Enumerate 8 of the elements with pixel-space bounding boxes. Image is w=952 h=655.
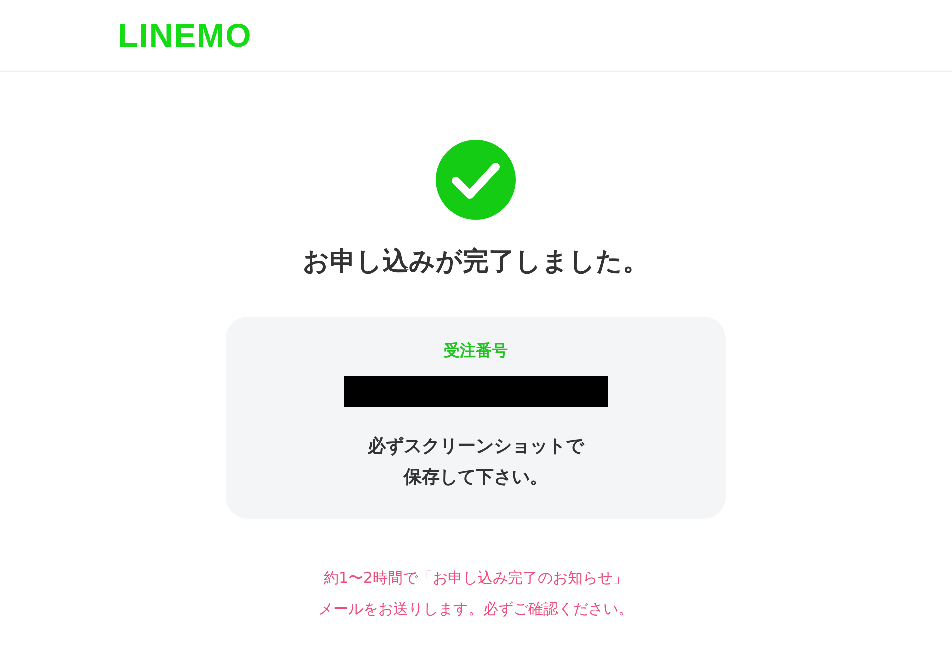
screenshot-note: 必ずスクリーンショットで [368, 435, 584, 459]
email-notice: メールをお送りします。必ずご確認ください。 [318, 599, 634, 620]
email-notice: 約1〜2時間で「お申し込み完了のお知らせ」 [324, 568, 628, 589]
completion-title: お申し込みが完了しました。 [303, 246, 649, 279]
screenshot-note: 保存して下さい。 [404, 466, 548, 490]
order-number-label: 受注番号 [444, 341, 508, 362]
check-icon [436, 140, 516, 220]
brand-logo[interactable]: LINEMO [118, 16, 252, 54]
